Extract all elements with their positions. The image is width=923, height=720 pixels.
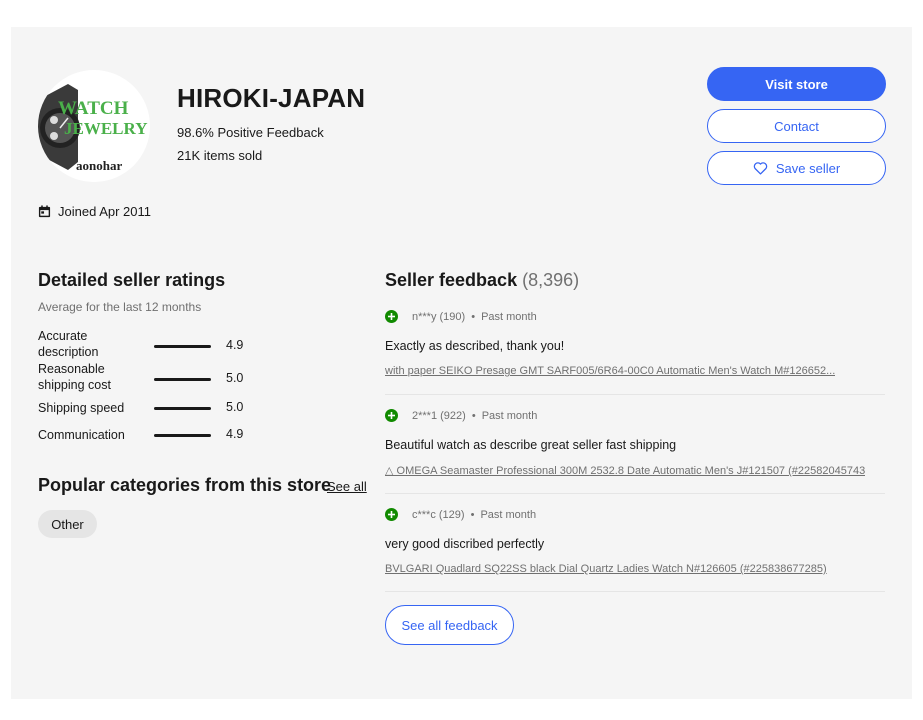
feedback-comment: very good discribed perfectly	[385, 537, 545, 551]
feedback-time: Past month	[480, 508, 537, 521]
logo-text-jewelry: JEWELRY	[64, 119, 147, 138]
see-all-categories-link[interactable]: See all	[327, 479, 367, 494]
separator-dot: •	[470, 508, 475, 521]
feedback-label: Positive Feedback	[217, 125, 324, 140]
logo-text-watch: WATCH	[58, 98, 129, 119]
save-seller-label: Save seller	[775, 160, 841, 176]
feedback-item-link[interactable]: with paper SEIKO Presage GMT SARF005/6R6…	[385, 365, 835, 377]
feedback-user: n***y (190)	[412, 310, 466, 323]
feedback-meta: 2***1 (922) • Past month	[385, 409, 537, 422]
feedback-time: Past month	[481, 310, 537, 323]
feedback-user: c***c (129)	[412, 508, 465, 521]
store-name: HIROKI-JAPAN	[177, 83, 366, 113]
rating-bar	[154, 345, 211, 348]
rating-row-communication: Communication 4.9	[38, 427, 368, 463]
positive-feedback: 98.6% Positive Feedback	[177, 125, 324, 140]
store-logo-image: WATCH JEWELRY aonohar	[38, 70, 150, 182]
feedback-comment: Exactly as described, thank you!	[385, 339, 565, 353]
items-sold-label: items sold	[203, 148, 263, 163]
rating-row-shipping-cost: Reasonable shipping cost 5.0	[38, 361, 368, 397]
heart-icon	[753, 162, 768, 175]
logo-text-aonohar: aonohar	[76, 158, 122, 173]
positive-plus-icon	[385, 310, 398, 323]
feedback-divider	[385, 591, 885, 592]
feedback-divider	[385, 394, 885, 395]
joined-date: Joined Apr 2011	[38, 204, 151, 219]
rating-bar	[154, 378, 211, 381]
visit-store-button[interactable]: Visit store	[707, 67, 886, 101]
save-seller-button[interactable]: Save seller	[707, 151, 886, 185]
rating-row-accurate-description: Accurate description 4.9	[38, 328, 368, 364]
items-sold: 21K items sold	[177, 148, 262, 163]
positive-plus-icon	[385, 409, 398, 422]
feedback-time: Past month	[481, 409, 538, 422]
category-chip-other[interactable]: Other	[38, 510, 97, 538]
ratings-title: Detailed seller ratings	[38, 270, 226, 290]
feedback-meta: n***y (190) • Past month	[385, 310, 537, 323]
rating-value: 4.9	[226, 427, 244, 441]
rating-value: 5.0	[226, 400, 244, 414]
rating-label: Shipping speed	[38, 401, 125, 415]
feedback-meta: c***c (129) • Past month	[385, 508, 536, 521]
rating-value: 5.0	[226, 371, 244, 385]
items-sold-count: 21K	[177, 148, 201, 163]
contact-button[interactable]: Contact	[707, 109, 886, 143]
rating-label: Communication	[38, 428, 125, 442]
joined-text: Joined Apr 2011	[58, 204, 151, 219]
rating-bar	[154, 434, 211, 437]
feedback-percent: 98.6%	[177, 125, 214, 140]
rating-value: 4.9	[226, 338, 244, 352]
see-all-feedback-button[interactable]: See all feedback	[385, 605, 514, 645]
feedback-divider	[385, 493, 885, 494]
rating-label: Reasonable shipping cost	[38, 362, 111, 392]
positive-plus-icon	[385, 508, 398, 521]
feedback-comment: Beautiful watch as describe great seller…	[385, 438, 677, 452]
separator-dot: •	[471, 409, 476, 422]
feedback-item-link[interactable]: △ OMEGA Seamaster Professional 300M 2532…	[385, 464, 865, 477]
separator-dot: •	[471, 310, 476, 323]
rating-bar	[154, 407, 211, 410]
popular-categories-title: Popular categories from this store	[38, 475, 332, 495]
calendar-icon	[38, 205, 51, 218]
seller-feedback-title: Seller feedback (8,396)	[385, 270, 579, 291]
rating-label: Accurate description	[38, 329, 99, 359]
seller-panel: WATCH JEWELRY aonohar HIROKI-JAPAN 98.6%…	[11, 27, 912, 699]
ratings-subtitle: Average for the last 12 months	[38, 300, 202, 314]
seller-feedback-label: Seller feedback	[385, 270, 518, 290]
feedback-user: 2***1 (922)	[412, 409, 466, 422]
store-logo[interactable]: WATCH JEWELRY aonohar	[38, 70, 150, 182]
feedback-item-link[interactable]: BVLGARI Quadlard SQ22SS black Dial Quart…	[385, 563, 827, 575]
seller-feedback-count: (8,396)	[522, 270, 580, 290]
